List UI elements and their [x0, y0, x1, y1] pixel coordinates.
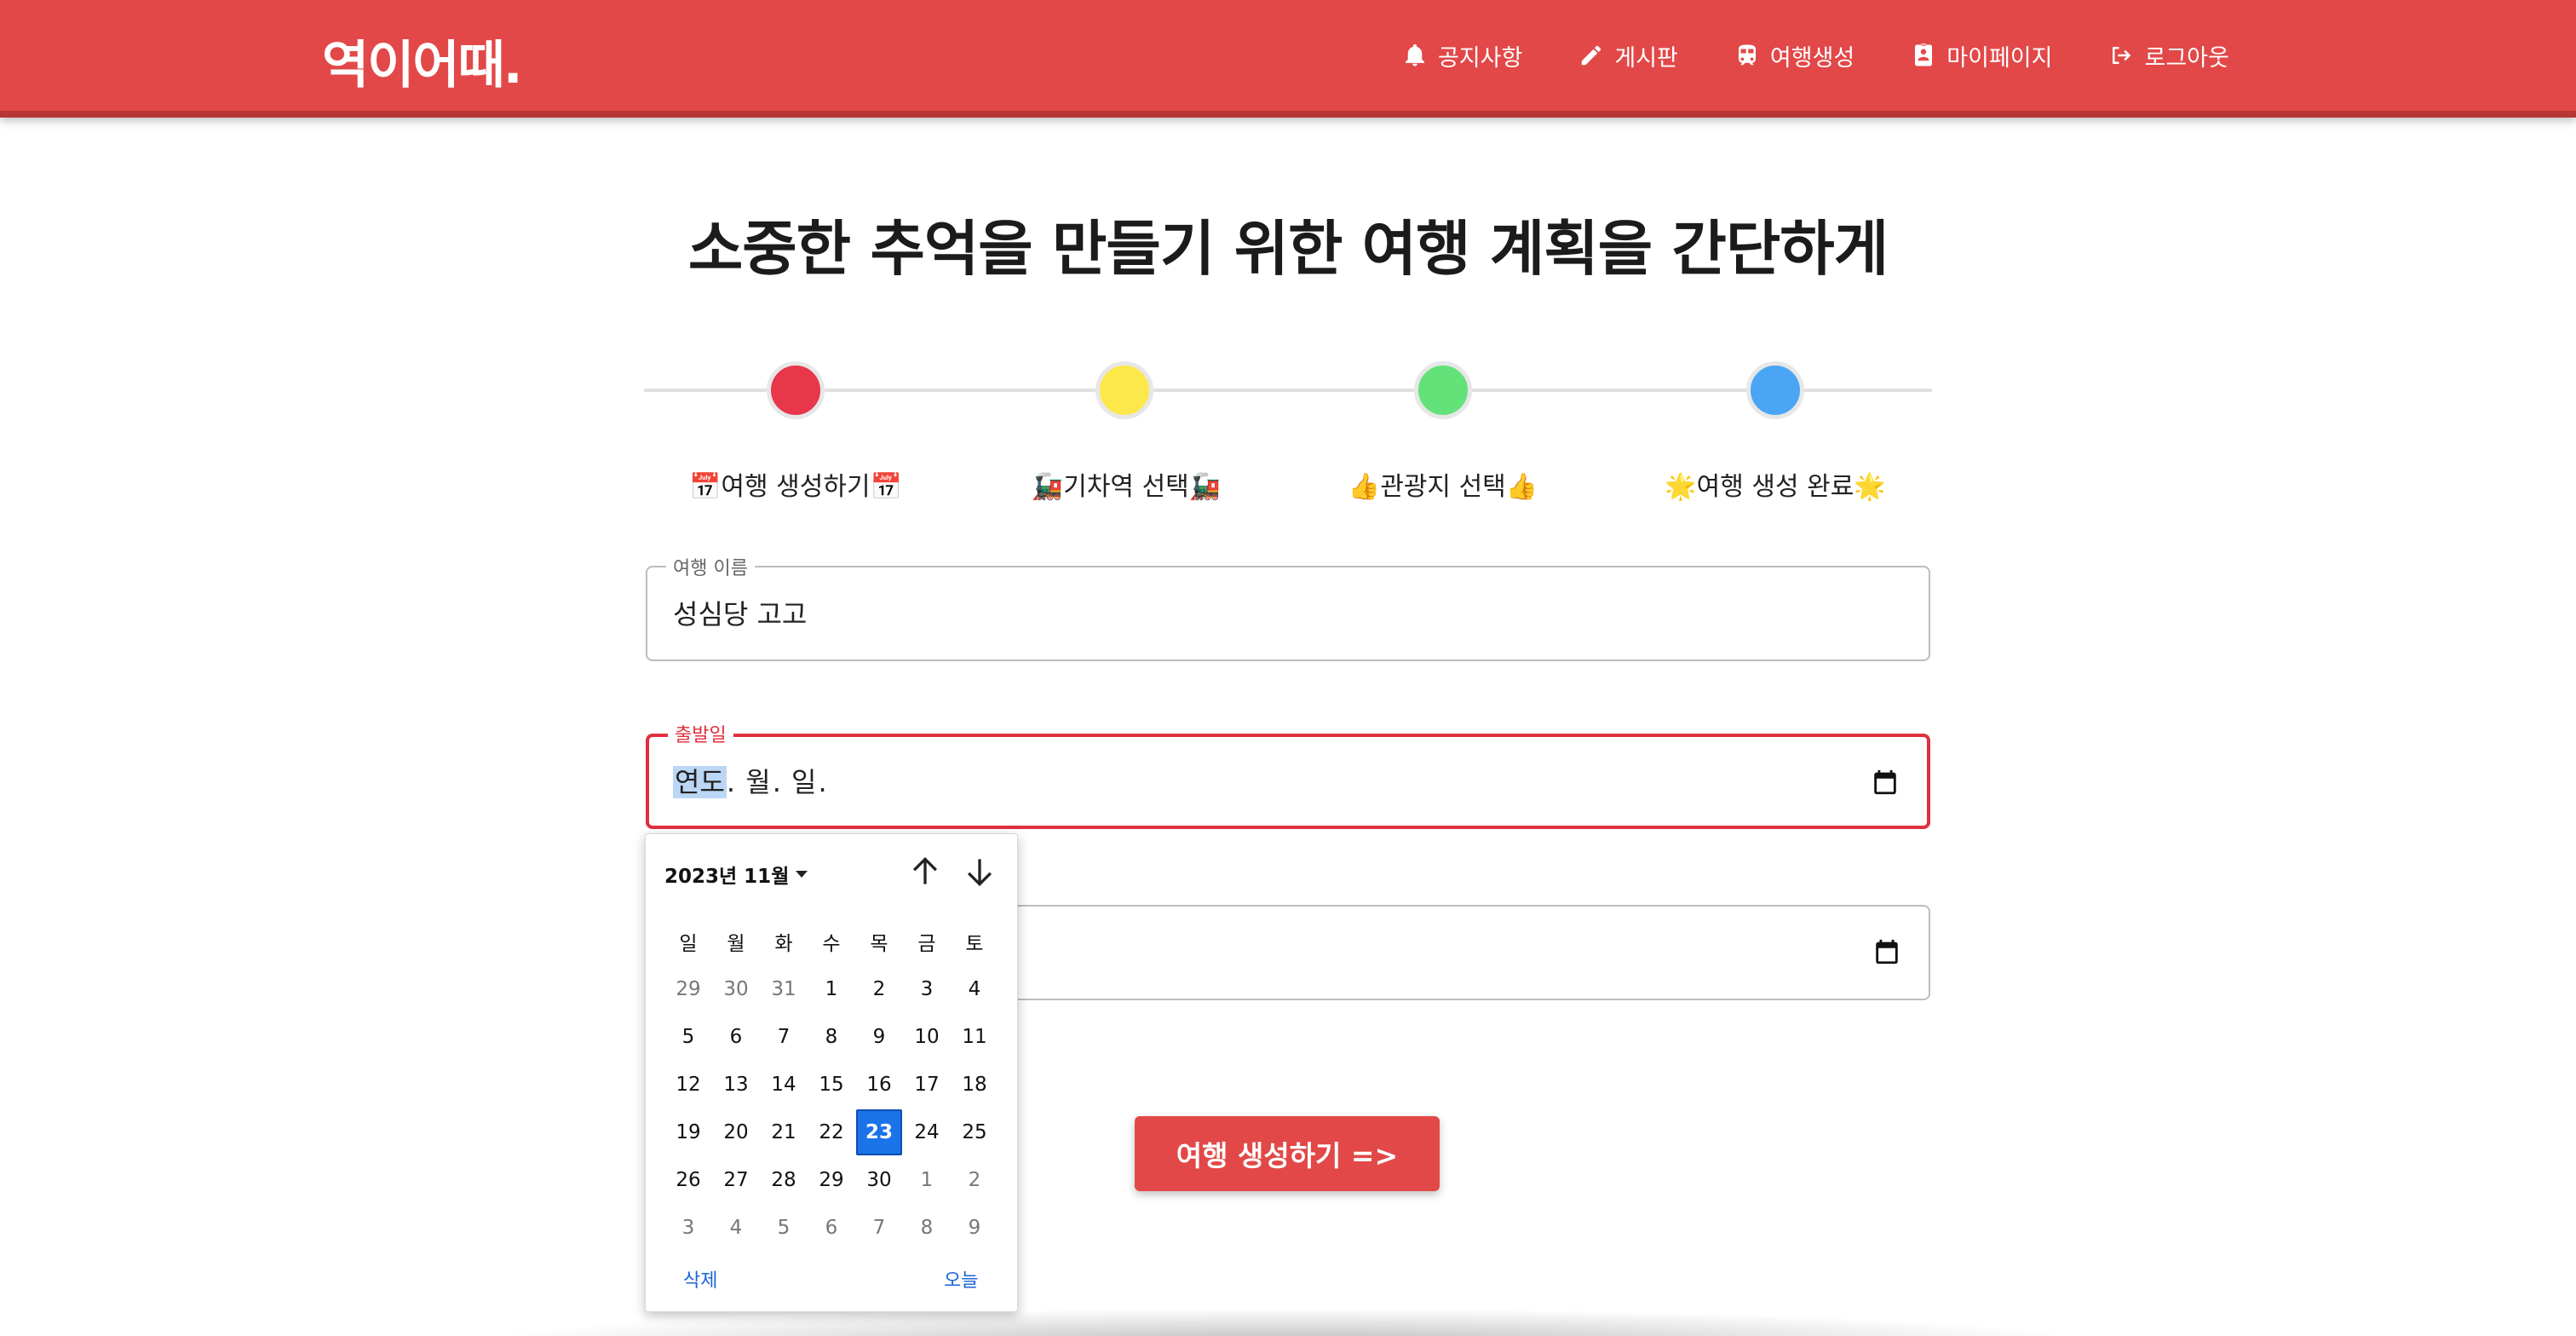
step-dot-station: [1095, 361, 1153, 419]
calendar-day[interactable]: 6: [712, 1013, 760, 1061]
calendar-day[interactable]: 11: [951, 1013, 998, 1061]
step-label-create: 📅여행 생성하기📅: [689, 472, 902, 502]
calendar-day[interactable]: 21: [760, 1109, 808, 1156]
calendar-day[interactable]: 25: [951, 1109, 998, 1156]
bell-icon: [1406, 43, 1424, 66]
calendar-day[interactable]: 31: [760, 965, 808, 1013]
step-label-station: 🚂기차역 선택🚂: [1031, 472, 1222, 502]
calendar-day[interactable]: 7: [760, 1013, 808, 1061]
month-year-selector[interactable]: 2023년 11월: [664, 860, 808, 889]
calendar-day[interactable]: 2: [951, 1156, 998, 1204]
step-label-attraction: 👍관광지 선택👍: [1348, 472, 1538, 502]
calendar-day[interactable]: 1: [903, 1156, 951, 1204]
calendar-day[interactable]: 1: [808, 965, 855, 1013]
calendar-day[interactable]: 3: [903, 965, 951, 1013]
calendar-day[interactable]: 10: [903, 1013, 951, 1061]
step-dot-complete: [1746, 361, 1804, 419]
calendar-day[interactable]: 20: [712, 1109, 760, 1156]
nav-item-create-trip[interactable]: 여행생성: [1734, 39, 1854, 72]
weekday-header: 월: [727, 933, 745, 955]
top-header: 역이어때. 공지사항 게시판 여행생성 마이페이지 로그아웃: [0, 0, 2576, 118]
step-label-complete: 🌟여행 생성 완료🌟: [1665, 472, 1886, 502]
calendar-day[interactable]: 2: [855, 965, 903, 1013]
calendar-icon[interactable]: [1871, 768, 1900, 797]
calendar-day[interactable]: 14: [760, 1061, 808, 1109]
weekday-header: 수: [822, 933, 841, 955]
date-segment-year[interactable]: 연도: [673, 766, 727, 798]
main-nav: 공지사항 게시판 여행생성 마이페이지 로그아웃: [1402, 0, 2229, 111]
calendar-day[interactable]: 16: [855, 1061, 903, 1109]
calendar-day[interactable]: 30: [712, 965, 760, 1013]
calendar-day[interactable]: 22: [808, 1109, 855, 1156]
train-icon: [1738, 44, 1756, 66]
calendar-day[interactable]: 29: [664, 965, 712, 1013]
calendar-day[interactable]: 6: [808, 1204, 855, 1252]
weekday-header: 토: [965, 933, 984, 955]
date-segment-month[interactable]: 월: [744, 766, 772, 798]
create-trip-button[interactable]: 여행 생성하기 =>: [1135, 1116, 1440, 1191]
date-picker-popup: 2023년 11월 일 월 화 수 목 금 토 29 30 31 1 2 3 4 5 6 7 8 9 10 11 12 13…: [645, 833, 1018, 1312]
calendar-day[interactable]: 13: [712, 1061, 760, 1109]
step-dot-create: [767, 361, 825, 419]
nav-item-logout[interactable]: 로그아웃: [2108, 39, 2229, 72]
weekday-header: 화: [774, 933, 793, 955]
logout-icon: [2113, 47, 2131, 64]
calendar-icon[interactable]: [1872, 937, 1901, 966]
calendar-day[interactable]: 17: [903, 1061, 951, 1109]
calendar-day[interactable]: 26: [664, 1156, 712, 1204]
calendar-day[interactable]: 4: [712, 1204, 760, 1252]
nav-item-label: 로그아웃: [2144, 44, 2229, 72]
nav-item-label: 마이페이지: [1946, 44, 2053, 72]
arrow-up-icon[interactable]: [906, 853, 944, 890]
stepper-line: [644, 389, 1932, 392]
calendar-day[interactable]: 7: [855, 1204, 903, 1252]
departure-date-value: 연도. 월. 일.: [673, 766, 827, 798]
departure-date-field[interactable]: 출발일 연도. 월. 일.: [646, 720, 1930, 829]
weekday-header: 금: [917, 933, 936, 955]
nav-item-notice[interactable]: 공지사항: [1402, 39, 1522, 72]
calendar-day-label: 23: [856, 1109, 902, 1155]
nav-item-label: 여행생성: [1769, 44, 1855, 72]
trip-name-field[interactable]: 여행 이름 성심당 고고: [646, 553, 1930, 661]
calendar-day[interactable]: 5: [664, 1013, 712, 1061]
caret-down-icon: [796, 871, 808, 878]
step-dot-attraction: [1414, 361, 1472, 419]
calendar-day[interactable]: 3: [664, 1204, 712, 1252]
nav-item-board[interactable]: 게시판: [1578, 39, 1678, 72]
calendar-day[interactable]: 9: [855, 1013, 903, 1061]
calendar-day[interactable]: 29: [808, 1156, 855, 1204]
nav-item-label: 공지사항: [1438, 44, 1523, 72]
calendar-grid: 일 월 화 수 목 금 토 29 30 31 1 2 3 4 5 6 7 8 9 10 11 12 13 14 15 16 17 18…: [664, 918, 998, 1252]
pencil-icon: [1582, 45, 1601, 66]
calendar-day[interactable]: 19: [664, 1109, 712, 1156]
departure-date-label: 출발일: [668, 720, 733, 747]
weekday-header: 목: [870, 933, 888, 955]
calendar-day[interactable]: 15: [808, 1061, 855, 1109]
calendar-day[interactable]: 28: [760, 1156, 808, 1204]
calendar-day[interactable]: 9: [951, 1204, 998, 1252]
calendar-day[interactable]: 27: [712, 1156, 760, 1204]
clear-button[interactable]: 삭제: [683, 1265, 717, 1293]
calendar-day[interactable]: 12: [664, 1061, 712, 1109]
page-headline: 소중한 추억을 만들기 위한 여행 계획을 간단하게: [687, 214, 1889, 284]
calendar-day[interactable]: 5: [760, 1204, 808, 1252]
calendar-day[interactable]: 8: [903, 1204, 951, 1252]
site-logo[interactable]: 역이어때.: [322, 24, 523, 98]
nav-item-label: 게시판: [1614, 44, 1678, 72]
calendar-day[interactable]: 4: [951, 965, 998, 1013]
today-button[interactable]: 오늘: [944, 1265, 978, 1293]
trip-name-label: 여행 이름: [666, 553, 755, 580]
date-segment-day[interactable]: 일: [790, 766, 818, 798]
calendar-day[interactable]: 30: [855, 1156, 903, 1204]
month-year-label: 2023년 11월: [664, 866, 790, 888]
profile-icon: [1915, 43, 1933, 66]
calendar-day[interactable]: 18: [951, 1061, 998, 1109]
calendar-day-selected[interactable]: 23: [855, 1109, 903, 1156]
trip-name-value: 성심당 고고: [673, 598, 808, 631]
weekday-header: 일: [679, 933, 698, 955]
calendar-day[interactable]: 24: [903, 1109, 951, 1156]
calendar-day[interactable]: 8: [808, 1013, 855, 1061]
nav-item-mypage[interactable]: 마이페이지: [1911, 39, 2052, 72]
arrow-down-icon[interactable]: [961, 853, 998, 890]
